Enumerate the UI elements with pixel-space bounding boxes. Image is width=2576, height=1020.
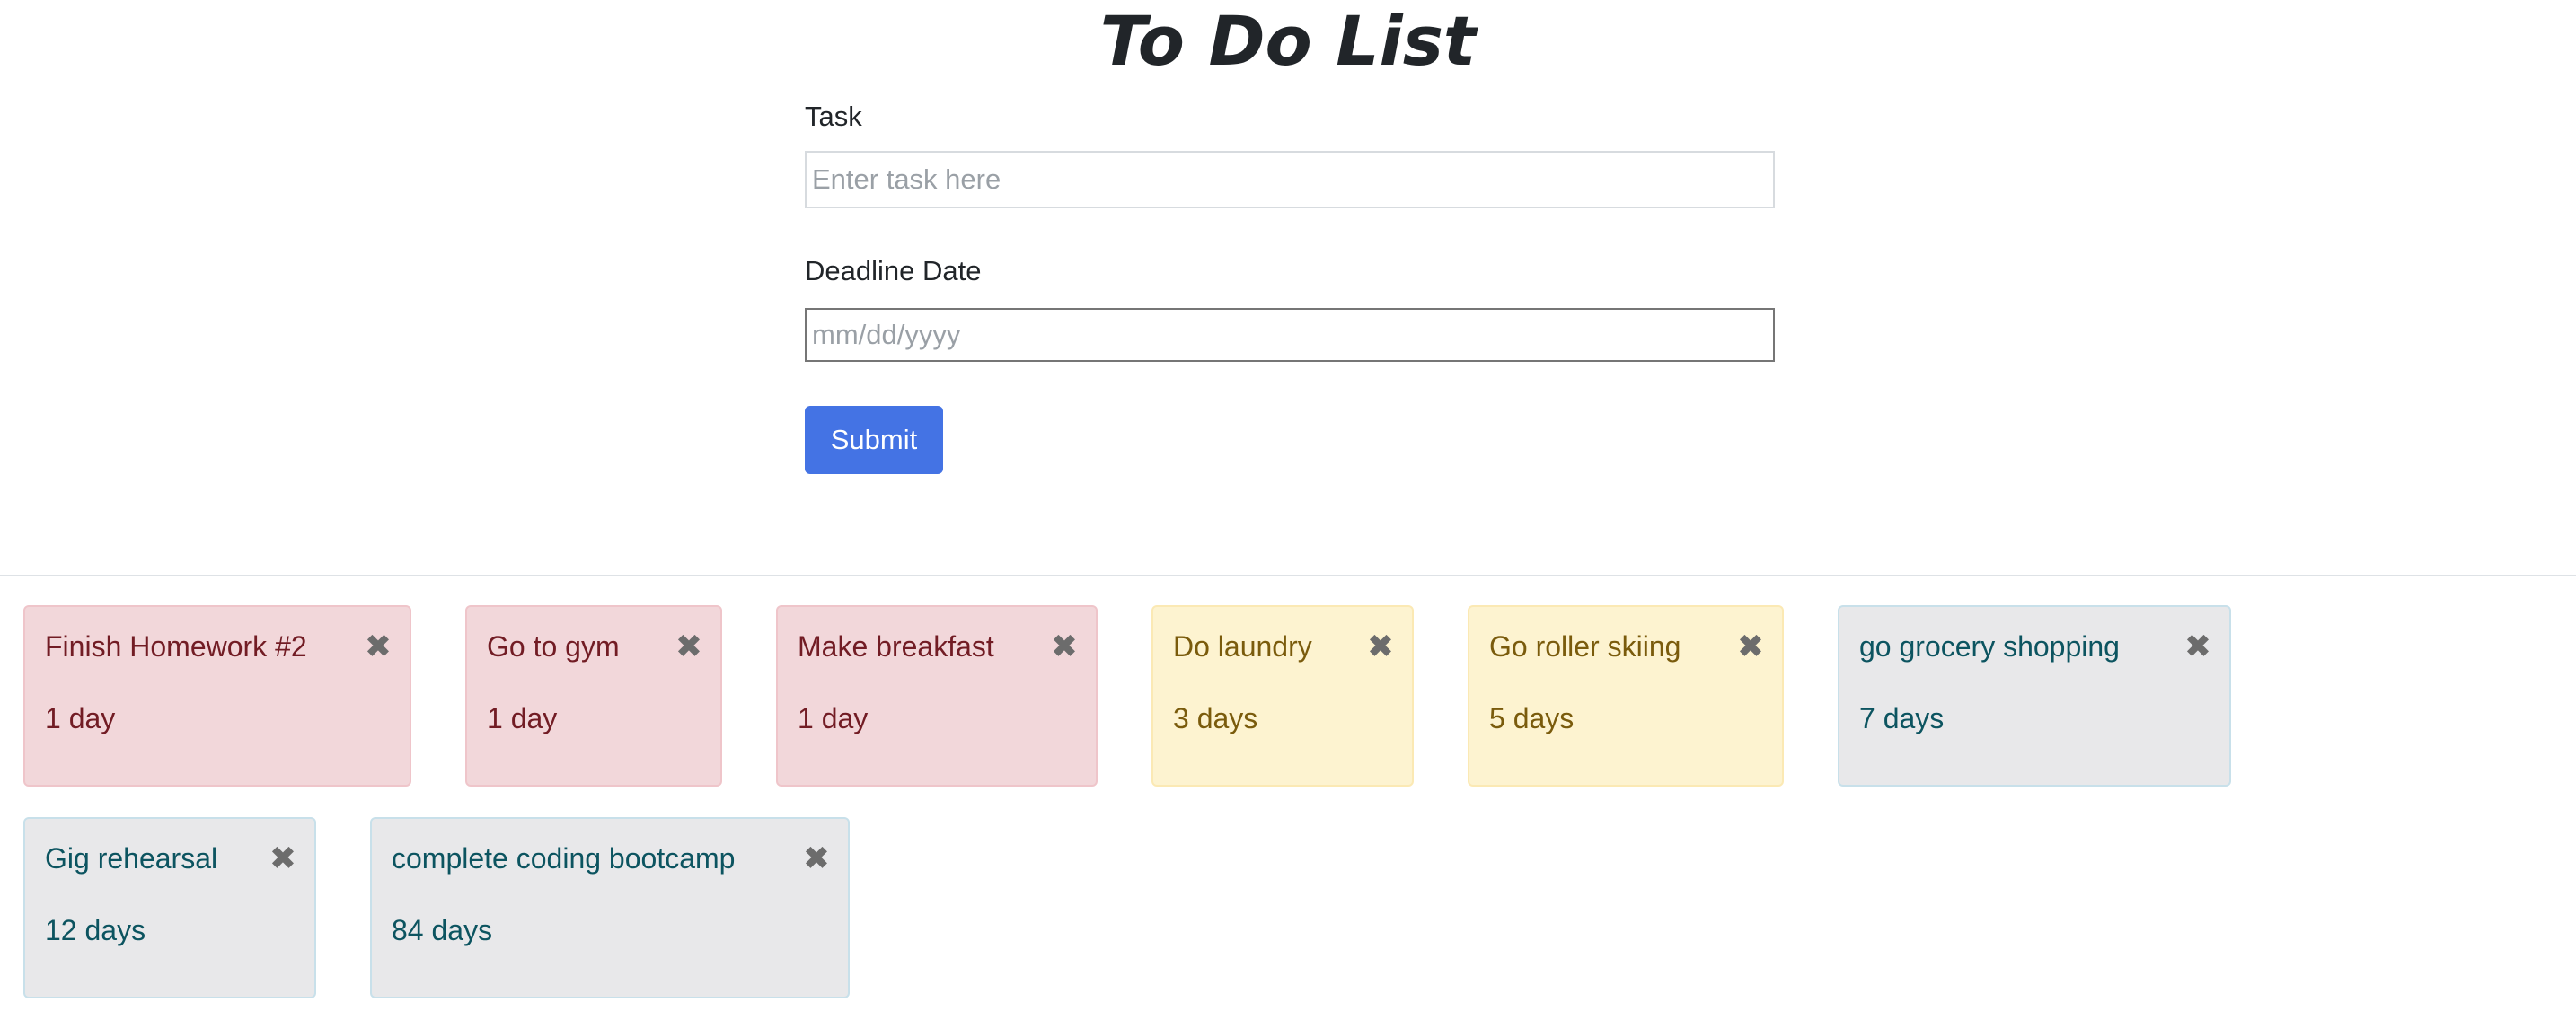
task-days-remaining: 84 days [392,914,493,946]
divider [0,575,2576,576]
close-icon[interactable]: ✖ [268,843,298,875]
task-input[interactable] [805,151,1775,208]
task-title: Finish Homework #2 [45,630,307,663]
task-title: Gig rehearsal [45,842,218,875]
task-card: Gig rehearsal ✖ 12 days [23,817,316,998]
task-label: Task [805,101,862,132]
close-icon[interactable]: ✖ [1735,631,1766,664]
task-card: go grocery shopping ✖ 7 days [1838,605,2231,787]
task-days-remaining: 1 day [45,702,116,734]
task-card: Finish Homework #2 ✖ 1 day [23,605,411,787]
deadline-date-label: Deadline Date [805,255,982,286]
task-days-remaining: 5 days [1489,702,1575,734]
task-card: Go roller skiing ✖ 5 days [1468,605,1784,787]
close-icon[interactable]: ✖ [1049,631,1080,664]
close-icon[interactable]: ✖ [2183,631,2213,664]
close-icon[interactable]: ✖ [1365,631,1396,664]
task-title: complete coding bootcamp [392,842,736,875]
task-title: Go to gym [487,630,620,663]
task-title: Make breakfast [798,630,994,663]
page-title: To Do List [1099,1,1477,81]
task-card: complete coding bootcamp ✖ 84 days [370,817,850,998]
task-title: Do laundry [1173,630,1312,663]
task-card: Make breakfast ✖ 1 day [776,605,1098,787]
task-days-remaining: 12 days [45,914,146,946]
task-card: Do laundry ✖ 3 days [1151,605,1414,787]
task-days-remaining: 3 days [1173,702,1258,734]
close-icon[interactable]: ✖ [674,631,704,664]
task-days-remaining: 7 days [1859,702,1945,734]
task-title: Go roller skiing [1489,630,1681,663]
close-icon[interactable]: ✖ [801,843,832,875]
submit-button[interactable]: Submit [805,406,943,474]
task-days-remaining: 1 day [798,702,869,734]
close-icon[interactable]: ✖ [363,631,393,664]
task-title: go grocery shopping [1859,630,2120,663]
task-days-remaining: 1 day [487,702,558,734]
deadline-date-input[interactable] [805,308,1775,362]
task-card: Go to gym ✖ 1 day [465,605,722,787]
